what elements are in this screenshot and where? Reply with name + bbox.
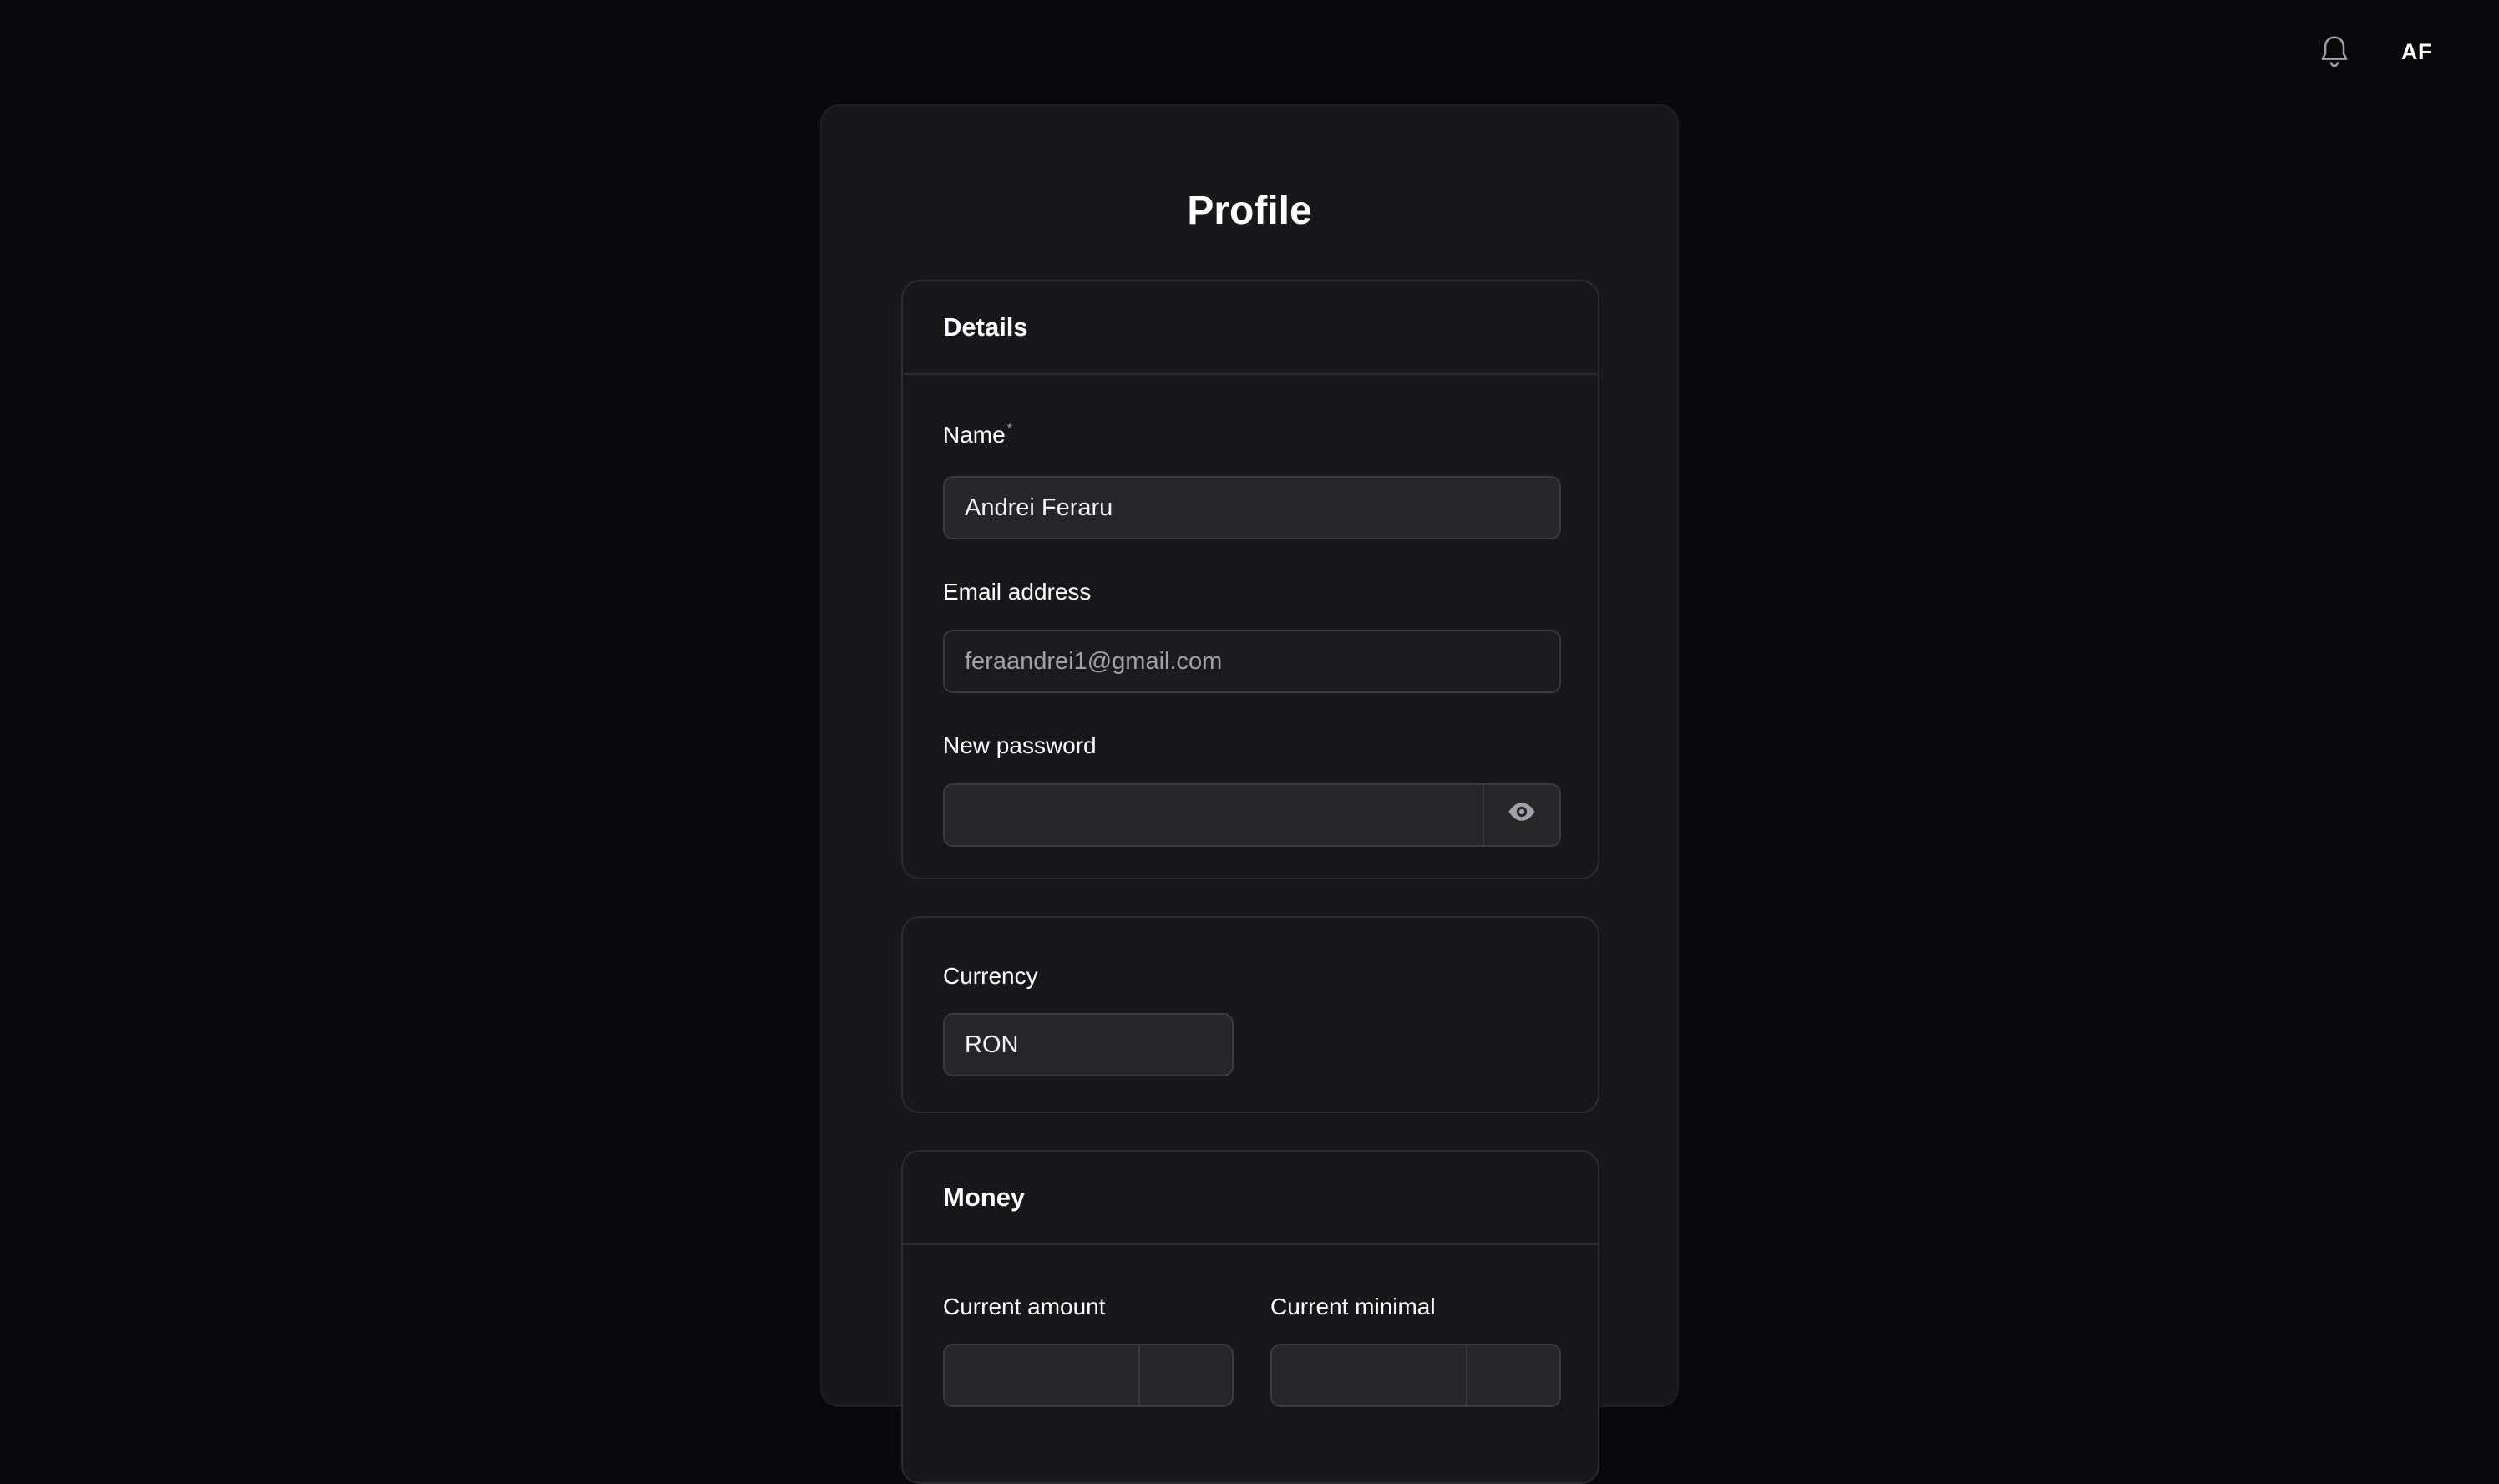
money-section-title: Money xyxy=(903,1152,1598,1245)
page-title: Profile xyxy=(1187,189,1312,233)
bell-icon[interactable] xyxy=(2314,32,2355,72)
current-amount-addon[interactable] xyxy=(1138,1345,1232,1405)
required-mark: * xyxy=(1006,422,1012,436)
current-amount-label: Current amount xyxy=(943,1294,1106,1319)
details-section-title: Details xyxy=(903,281,1598,375)
top-bar: AF xyxy=(2314,0,2499,104)
new-password-label: New password xyxy=(943,732,1097,758)
currency-label: Currency xyxy=(943,963,1038,989)
profile-panel: Profile Details Name * Andrei Feraru Emai… xyxy=(820,104,1679,1484)
email-input-value: feraandrei1@gmail.com xyxy=(965,647,1223,675)
current-minimal-label: Current minimal xyxy=(1270,1294,1436,1319)
name-label: Name * xyxy=(943,422,1012,448)
email-label: Email address xyxy=(943,579,1092,605)
currency-value: RON xyxy=(965,1031,1019,1058)
money-section: Money Current amount Current minimal xyxy=(901,1150,1599,1484)
new-password-input[interactable] xyxy=(943,783,1561,847)
current-minimal-input[interactable] xyxy=(1270,1344,1561,1407)
currency-select[interactable]: RON xyxy=(943,1013,1234,1076)
name-input-value: Andrei Feraru xyxy=(965,494,1113,521)
details-section: Details Name * Andrei Feraru Email addres… xyxy=(901,280,1599,879)
eye-icon xyxy=(1506,800,1538,830)
avatar[interactable]: AF xyxy=(2401,39,2432,65)
toggle-password-visibility-button[interactable] xyxy=(1483,785,1559,845)
current-amount-input[interactable] xyxy=(943,1344,1234,1407)
email-input[interactable]: feraandrei1@gmail.com xyxy=(943,630,1561,693)
name-label-text: Name xyxy=(943,422,1006,448)
current-minimal-addon[interactable] xyxy=(1466,1345,1559,1405)
currency-section: Currency RON xyxy=(901,916,1599,1113)
name-input[interactable]: Andrei Feraru xyxy=(943,476,1561,539)
